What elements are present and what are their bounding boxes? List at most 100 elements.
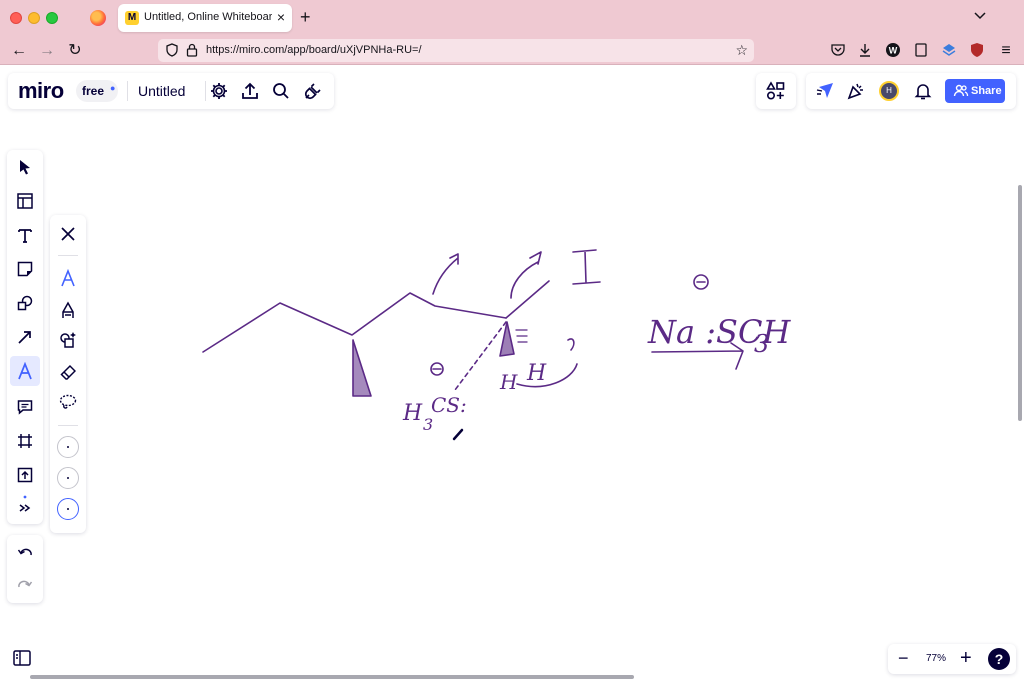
forward-arrow-icon[interactable]: → [38, 42, 56, 60]
zoom-out-button[interactable]: − [898, 648, 909, 668]
lasso-icon [59, 394, 77, 409]
miro-header-right: H Share [806, 73, 1016, 109]
highlighter-option[interactable] [53, 295, 83, 325]
frame-tool[interactable] [10, 426, 40, 456]
board-name[interactable]: Untitled [138, 83, 185, 99]
integrations-plug-icon[interactable] [303, 81, 323, 101]
window-maximize-button[interactable] [46, 12, 58, 24]
comment-icon [17, 400, 33, 415]
shapes-tool[interactable] [10, 288, 40, 318]
document-extension-icon[interactable] [913, 42, 929, 58]
hydrogen-label-right: H [526, 361, 547, 386]
browser-nav-bar: ← → ↻ https://miro.com/app/board/uXjVPNH… [0, 36, 1024, 65]
lock-icon[interactable] [186, 43, 198, 57]
url-bar[interactable]: https://miro.com/app/board/uXjVPNHa-RU=/… [158, 39, 754, 62]
help-button[interactable]: ? [988, 648, 1010, 670]
lasso-option[interactable] [53, 387, 83, 417]
tab-close-icon[interactable]: × [277, 9, 285, 25]
connection-line-tool[interactable] [10, 322, 40, 352]
upload-tool[interactable] [10, 460, 40, 490]
board-panel-toggle[interactable] [8, 644, 36, 672]
pen-a-icon [18, 362, 32, 380]
zoom-controls: − 77% + ? [888, 644, 1016, 674]
miro-favicon-icon: M [125, 11, 139, 25]
sticky-note-tool[interactable] [10, 254, 40, 284]
browser-tab[interactable]: M Untitled, Online Whiteboard for × [118, 4, 292, 32]
miro-header-apps [756, 73, 796, 109]
share-button[interactable]: Share [945, 79, 1005, 103]
vertical-scrollbar[interactable] [1018, 185, 1022, 421]
new-tab-icon[interactable]: + [300, 7, 311, 27]
upload-export-icon[interactable] [240, 81, 260, 101]
pocket-icon[interactable] [830, 42, 846, 58]
pen-size-medium[interactable] [57, 467, 79, 489]
reload-icon[interactable]: ↻ [66, 42, 84, 60]
eraser-option[interactable] [53, 357, 83, 387]
minus-charge-2 [430, 362, 444, 376]
panel-divider [58, 425, 78, 426]
settings-gear-icon[interactable] [209, 81, 229, 101]
cursor-pointer-icon[interactable] [816, 81, 836, 101]
iodide-glyph [572, 249, 601, 285]
pen-icon [61, 269, 75, 287]
zoom-in-button[interactable]: + [960, 647, 972, 669]
cursor-pencil-icon [452, 428, 464, 441]
nucleophile-h: H [402, 401, 423, 426]
eraser-icon [60, 364, 76, 380]
text-tool[interactable] [10, 220, 40, 250]
back-arrow-icon[interactable]: ← [10, 42, 28, 60]
zoom-level[interactable]: 77% [926, 653, 946, 664]
more-tools[interactable] [10, 490, 40, 520]
pen-size-selected[interactable] [57, 498, 79, 520]
tab-list-chevron-down-icon[interactable] [974, 9, 986, 21]
user-avatar[interactable]: H [879, 81, 899, 101]
cursor-arrow-icon [20, 160, 30, 175]
header-divider [127, 81, 128, 101]
sidebar-panel-icon [13, 650, 31, 666]
smart-drawing-option[interactable] [53, 325, 83, 355]
undo-button[interactable] [10, 539, 40, 569]
celebrate-party-icon[interactable] [846, 81, 866, 101]
horizontal-scrollbar[interactable] [30, 675, 634, 679]
tracking-shield-icon[interactable] [166, 43, 178, 57]
layers-extension-icon[interactable] [941, 42, 957, 58]
wordtune-extension-icon[interactable]: W [885, 42, 901, 58]
bond-to-iodide-stroke [505, 280, 550, 319]
close-pen-panel-button[interactable] [53, 219, 83, 249]
window-close-button[interactable] [10, 12, 22, 24]
undo-icon [17, 548, 32, 556]
plan-badge[interactable]: free ● [76, 80, 118, 102]
search-icon[interactable] [271, 81, 291, 101]
firefox-view-icon[interactable] [90, 10, 106, 26]
wedge-bond-right [499, 321, 515, 357]
sticky-note-icon [17, 261, 33, 277]
notifications-bell-icon[interactable] [913, 81, 933, 101]
arrow-line-icon [18, 331, 31, 344]
frame-hash-icon [18, 434, 32, 448]
apps-shapes-icon[interactable] [766, 81, 786, 101]
select-tool[interactable] [10, 152, 40, 182]
plan-dot-icon: ● [110, 83, 116, 93]
svg-text:W: W [889, 46, 898, 56]
curved-arrow-h [516, 338, 578, 388]
window-minimize-button[interactable] [28, 12, 40, 24]
share-label: Share [971, 85, 1002, 97]
minus-charge-1 [693, 274, 709, 290]
electron-arrow-2 [510, 251, 542, 299]
hydrogen-label-left: H [499, 370, 518, 394]
nucleophile-rest: CS: [431, 393, 467, 417]
text-t-icon [18, 229, 32, 243]
pen-size-thin[interactable] [57, 436, 79, 458]
highlighter-icon [62, 301, 74, 318]
shapes-icon [17, 295, 33, 311]
comment-tool[interactable] [10, 392, 40, 422]
shield-extension-icon[interactable] [969, 42, 985, 58]
pen-option[interactable] [53, 263, 83, 293]
pen-tool[interactable] [10, 356, 40, 386]
miro-logo[interactable]: miro [18, 78, 64, 104]
templates-tool[interactable] [10, 186, 40, 216]
redo-button[interactable] [10, 571, 40, 601]
menu-hamburger-icon[interactable]: ≡ [997, 42, 1015, 60]
bookmark-star-icon[interactable]: ☆ [735, 42, 748, 58]
downloads-icon[interactable] [857, 42, 873, 58]
